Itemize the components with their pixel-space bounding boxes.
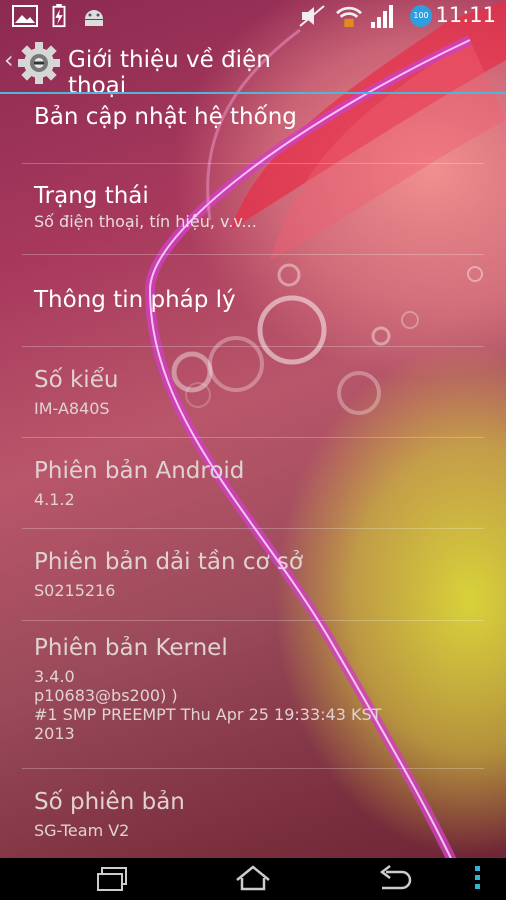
list-item-title: Số kiểu [34,367,119,393]
battery-charging-icon [52,4,66,28]
list-item-title: Bản cập nhật hệ thống [34,104,297,130]
home-icon[interactable] [234,864,272,892]
list-item-kernel-version: Phiên bản Kernel 3.4.0 p10683@bs200) ) #… [0,621,506,769]
battery-level-badge-icon: 100 [410,5,432,27]
list-item-subtitle: Số điện thoại, tín hiệu, v.v... [34,212,257,231]
list-item-title: Phiên bản Kernel [34,635,228,661]
settings-list: Bản cập nhật hệ thống Trạng thái Số điện… [0,94,506,859]
list-item-subtitle: IM-A840S [34,399,110,418]
settings-gear-icon [18,42,60,84]
signal-bars-icon [371,5,393,28]
chevron-left-icon: ‹ [4,46,14,74]
list-item-title: Phiên bản Android [34,458,245,484]
mute-icon [299,5,325,27]
android-debug-icon [85,10,103,26]
list-item-subtitle: S0215216 [34,581,116,600]
recent-apps-icon[interactable] [96,864,130,892]
status-clock: 11:11 [435,3,496,27]
list-item-legal-info[interactable]: Thông tin pháp lý [0,255,506,347]
list-item-subtitle-line: #1 SMP PREEMPT Thu Apr 25 19:33:43 KST [34,705,382,724]
action-bar: ‹ Giới thiệu về điện thoại [0,32,506,99]
list-item-build-number[interactable]: Số phiên bản SG-Team V2 [0,769,506,859]
back-icon[interactable] [376,864,414,892]
overflow-menu-icon[interactable] [472,864,484,892]
list-item-subtitle-line: 2013 [34,724,75,743]
list-item-system-update[interactable]: Bản cập nhật hệ thống [0,94,506,164]
list-item-model-number: Số kiểu IM-A840S [0,347,506,438]
navigation-bar [0,858,506,900]
list-item-baseband-version: Phiên bản dải tần cơ sở S0215216 [0,529,506,621]
wifi-lock-icon [336,6,362,28]
up-navigation-button[interactable]: ‹ Giới thiệu về điện thoại [0,32,320,99]
list-item-title: Phiên bản dải tần cơ sở [34,549,303,575]
list-item-title: Thông tin pháp lý [34,287,236,313]
list-item-title: Số phiên bản [34,789,185,815]
list-item-subtitle: SG-Team V2 [34,821,130,840]
list-item-status[interactable]: Trạng thái Số điện thoại, tín hiệu, v.v.… [0,164,506,255]
list-item-subtitle: 4.1.2 [34,490,75,509]
gallery-notification-icon [12,5,38,27]
list-item-title: Trạng thái [34,183,149,209]
battery-level-text: 100 [413,11,429,20]
status-bar: 100 11:11 [0,0,506,32]
list-item-subtitle-line: p10683@bs200) ) [34,686,178,705]
list-item-android-version[interactable]: Phiên bản Android 4.1.2 [0,438,506,529]
list-item-subtitle-line: 3.4.0 [34,667,75,686]
